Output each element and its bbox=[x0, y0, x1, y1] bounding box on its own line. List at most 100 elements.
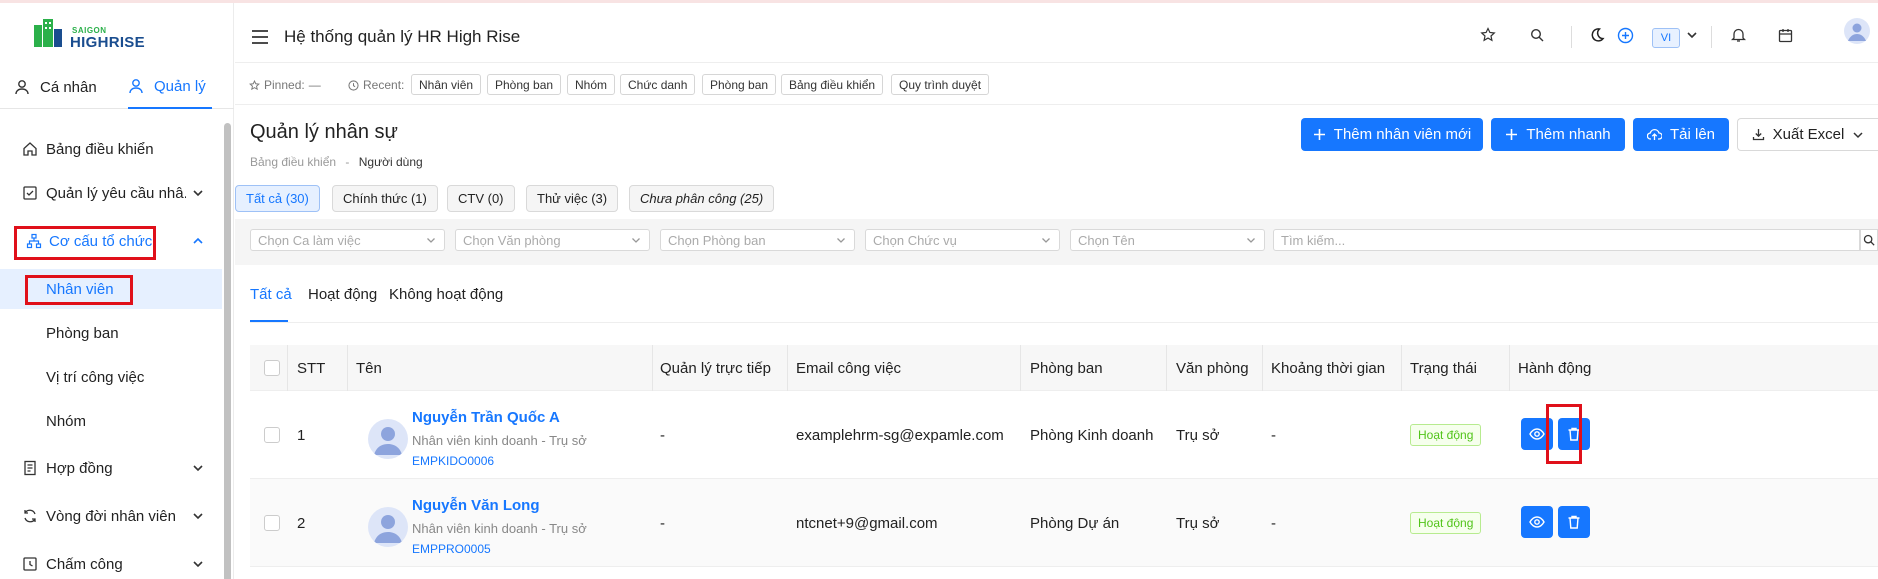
tab-all[interactable]: Tất cả bbox=[250, 265, 292, 323]
recent-chip[interactable]: Bảng điều khiển bbox=[781, 74, 884, 95]
row-stt: 1 bbox=[297, 426, 306, 444]
recent-chip[interactable]: Phòng ban bbox=[487, 74, 562, 95]
cloud-upload-icon bbox=[1646, 129, 1662, 140]
search-input[interactable]: Tìm kiếm... bbox=[1273, 229, 1860, 251]
name-select[interactable]: Chọn Tên bbox=[1070, 229, 1265, 251]
sidebar-scrollbar[interactable] bbox=[224, 123, 231, 579]
hamburger-menu-icon[interactable] bbox=[251, 30, 269, 44]
logo-mark-icon bbox=[34, 19, 62, 47]
chevron-down-icon bbox=[193, 465, 203, 472]
employee-code: EMPPRO0005 bbox=[412, 542, 491, 556]
calendar-icon[interactable] bbox=[1775, 25, 1795, 45]
select-all-checkbox[interactable] bbox=[264, 360, 280, 376]
column-header-office[interactable]: Văn phòng bbox=[1176, 345, 1249, 391]
sidebar-item-timekeeping[interactable]: Chấm công bbox=[0, 542, 222, 579]
sidebar-item-label: Quản lý yêu cầu nhâ... bbox=[46, 184, 186, 202]
column-header-status[interactable]: Trạng thái bbox=[1410, 345, 1477, 391]
highlight-box-org-structure bbox=[14, 226, 156, 260]
column-divider bbox=[1262, 345, 1263, 391]
chevron-down-icon bbox=[1247, 238, 1255, 243]
row-office: Trụ sở bbox=[1176, 426, 1220, 444]
recent-chip[interactable]: Quy trình duyệt bbox=[891, 74, 990, 95]
sidebar-item-requests[interactable]: Quản lý yêu cầu nhâ... bbox=[0, 171, 222, 215]
employee-role: Nhân viên kinh doanh - Trụ sở bbox=[412, 521, 587, 536]
search-icon[interactable] bbox=[1527, 25, 1547, 45]
pinned-label: Pinned: — bbox=[249, 78, 321, 92]
shift-select[interactable]: Chọn Ca làm việc bbox=[250, 229, 445, 251]
sidebar-item-lifecycle[interactable]: Vòng đời nhân viên bbox=[0, 494, 222, 538]
column-divider bbox=[1020, 345, 1021, 391]
segment-collaborator[interactable]: CTV (0) bbox=[447, 185, 515, 212]
upload-button[interactable]: Tải lên bbox=[1633, 118, 1729, 151]
table-row[interactable]: 1 Nguyễn Trần Quốc A Nhân viên kinh doan… bbox=[250, 391, 1878, 479]
star-icon[interactable] bbox=[1478, 25, 1498, 45]
dark-mode-moon-icon[interactable] bbox=[1587, 25, 1607, 45]
employee-name-link[interactable]: Nguyễn Trần Quốc A bbox=[412, 409, 560, 426]
recent-chip[interactable]: Nhân viên bbox=[411, 74, 482, 95]
mode-tab-personal-label: Cá nhân bbox=[40, 78, 97, 96]
view-button[interactable] bbox=[1521, 506, 1553, 538]
status-badge: Hoạt động bbox=[1410, 424, 1482, 446]
cycle-icon bbox=[22, 508, 38, 524]
mode-tab-manage[interactable]: Quản lý bbox=[128, 65, 212, 109]
eye-icon bbox=[1529, 428, 1545, 440]
search-button[interactable] bbox=[1860, 229, 1878, 251]
avatar bbox=[368, 507, 408, 547]
company-logo[interactable]: SAIGON HIGHRISE bbox=[32, 17, 158, 51]
app-title: Hệ thống quản lý HR High Rise bbox=[284, 27, 521, 46]
column-divider bbox=[1509, 345, 1510, 391]
chevron-down-icon bbox=[1042, 238, 1050, 243]
export-excel-button[interactable]: Xuất Excel bbox=[1737, 118, 1878, 151]
table-row[interactable]: 2 Nguyễn Văn Long Nhân viên kinh doanh -… bbox=[250, 479, 1878, 567]
sidebar: SAIGON HIGHRISE Cá nhân Quản lý Bảng điề… bbox=[0, 3, 234, 579]
mode-tab-personal[interactable]: Cá nhân bbox=[14, 65, 97, 109]
row-checkbox[interactable] bbox=[264, 427, 280, 443]
user-avatar[interactable] bbox=[1844, 18, 1870, 44]
column-header-department[interactable]: Phòng ban bbox=[1030, 345, 1103, 391]
tab-active[interactable]: Hoạt động bbox=[308, 265, 377, 323]
row-checkbox[interactable] bbox=[264, 515, 280, 531]
chevron-down-icon[interactable] bbox=[1682, 25, 1702, 45]
add-circle-icon[interactable] bbox=[1615, 25, 1635, 45]
segment-all[interactable]: Tất cả (30) bbox=[235, 185, 320, 212]
delete-button[interactable] bbox=[1558, 506, 1590, 538]
recent-chip[interactable]: Chức danh bbox=[620, 74, 696, 95]
segment-unassigned[interactable]: Chưa phân công (25) bbox=[629, 185, 775, 212]
breadcrumb-root[interactable]: Bảng điều khiển bbox=[250, 155, 336, 169]
position-select-placeholder: Chọn Chức vụ bbox=[873, 232, 957, 248]
checkbox-icon bbox=[22, 185, 38, 201]
add-employee-button[interactable]: Thêm nhân viên mới bbox=[1301, 118, 1483, 151]
recent-chip[interactable]: Phòng ban bbox=[702, 74, 777, 95]
position-select[interactable]: Chọn Chức vụ bbox=[865, 229, 1060, 251]
column-header-period[interactable]: Khoảng thời gian bbox=[1271, 345, 1385, 391]
language-selector[interactable]: VI bbox=[1652, 28, 1680, 48]
add-employee-label: Thêm nhân viên mới bbox=[1333, 126, 1472, 143]
column-header-stt[interactable]: STT bbox=[297, 345, 325, 391]
chevron-down-icon bbox=[427, 238, 435, 243]
employee-name-link[interactable]: Nguyễn Văn Long bbox=[412, 497, 540, 514]
sidebar-subitem-label: Nhóm bbox=[46, 412, 87, 430]
sidebar-item-contracts[interactable]: Hợp đồng bbox=[0, 446, 222, 490]
office-select[interactable]: Chọn Văn phòng bbox=[455, 229, 650, 251]
bell-icon[interactable] bbox=[1728, 25, 1748, 45]
row-period: - bbox=[1271, 426, 1276, 444]
tab-inactive[interactable]: Không hoạt động bbox=[389, 265, 503, 323]
column-header-email[interactable]: Email công việc bbox=[796, 345, 901, 391]
department-select[interactable]: Chọn Phòng ban bbox=[660, 229, 855, 251]
pinned-recent-bar: Pinned: — Recent: Nhân viên Phòng ban Nh… bbox=[235, 63, 1878, 105]
sidebar-item-dashboard[interactable]: Bảng điều khiển bbox=[0, 127, 222, 171]
column-header-manager[interactable]: Quản lý trực tiếp bbox=[660, 345, 771, 391]
segment-probation[interactable]: Thử việc (3) bbox=[526, 185, 619, 212]
segment-official[interactable]: Chính thức (1) bbox=[332, 185, 438, 212]
column-header-name[interactable]: Tên bbox=[356, 345, 382, 391]
recent-chip[interactable]: Nhóm bbox=[567, 74, 616, 95]
sidebar-subitem-groups[interactable]: Nhóm bbox=[0, 401, 222, 441]
quick-add-button[interactable]: Thêm nhanh bbox=[1491, 118, 1625, 151]
recent-label: Recent: bbox=[348, 78, 404, 92]
sidebar-subitem-departments[interactable]: Phòng ban bbox=[0, 313, 222, 353]
office-select-placeholder: Chọn Văn phòng bbox=[463, 232, 561, 248]
sidebar-subitem-positions[interactable]: Vị trí công việc bbox=[0, 357, 222, 397]
breadcrumb: Bảng điều khiển - Người dùng bbox=[250, 155, 423, 169]
column-divider bbox=[1401, 345, 1402, 391]
user-icon bbox=[129, 79, 143, 94]
